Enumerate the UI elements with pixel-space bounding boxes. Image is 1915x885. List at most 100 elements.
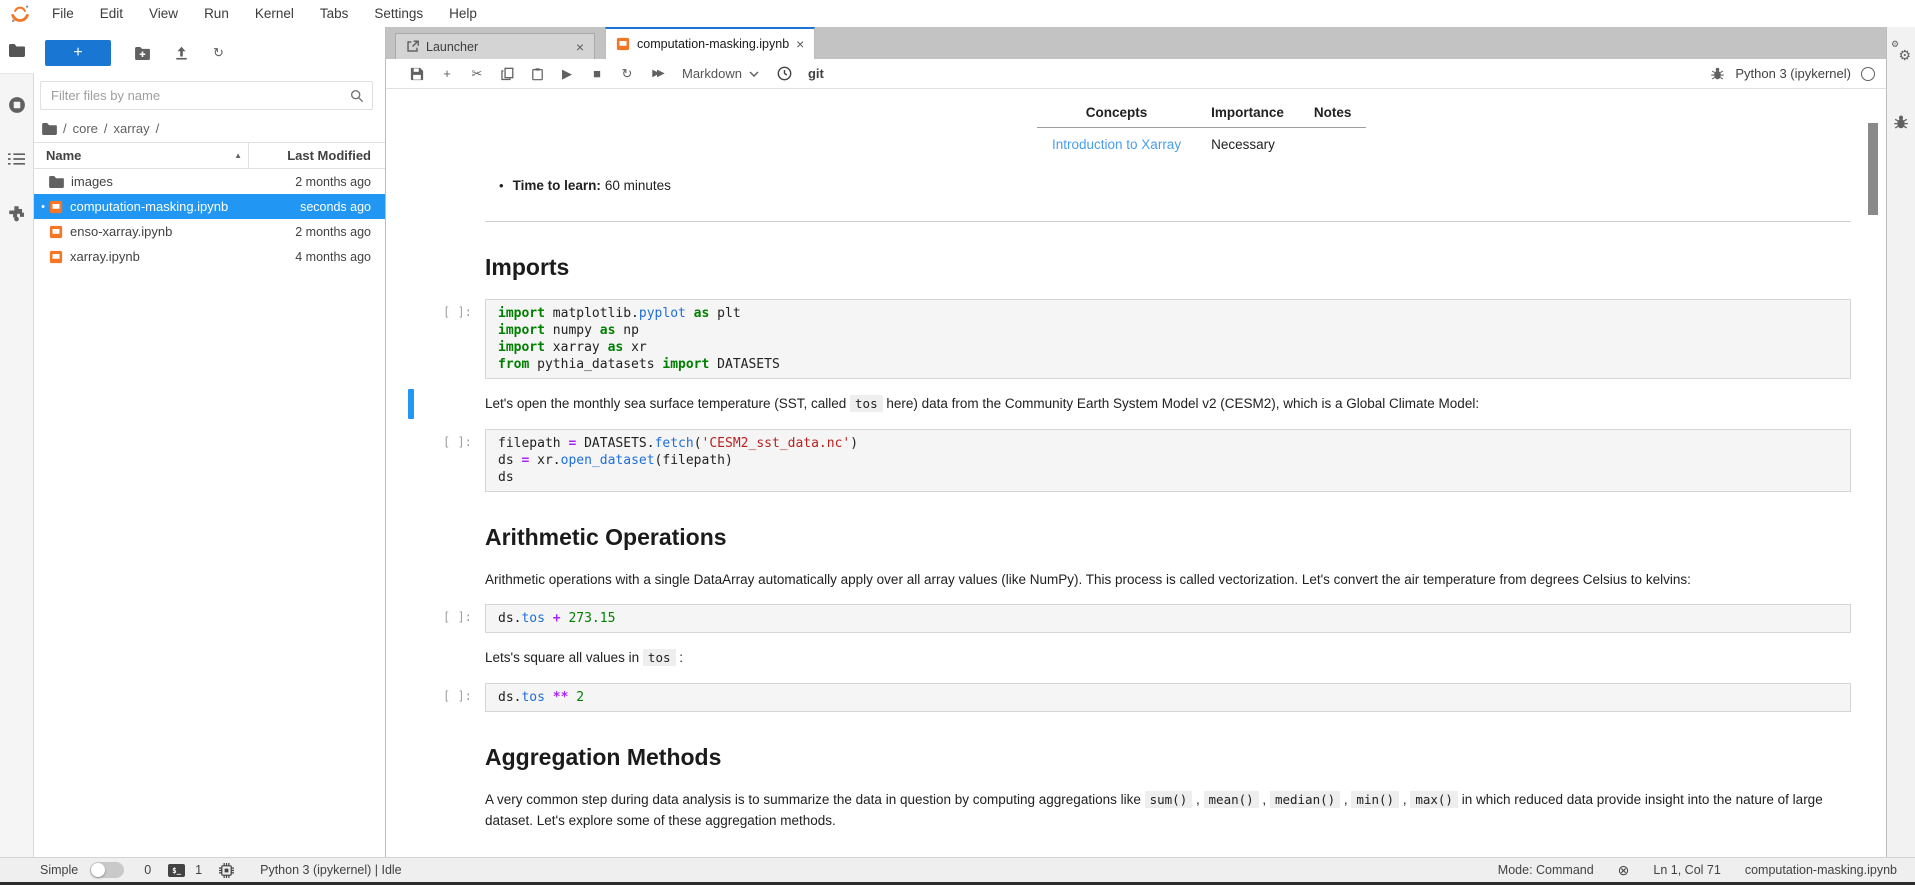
save-icon[interactable]	[402, 67, 432, 81]
concept-link[interactable]: Introduction to Xarray	[1052, 137, 1181, 152]
sidebar-tab-running[interactable]	[0, 82, 33, 128]
folder-icon	[9, 44, 25, 57]
file-list: images2 months ago•computation-masking.i…	[34, 169, 385, 269]
file-modified: 2 months ago	[238, 225, 385, 239]
code-editor[interactable]: ds.tos ** 2	[485, 683, 1851, 712]
cell-type-value: Markdown	[682, 66, 742, 81]
notebook-scrollbar[interactable]	[1868, 123, 1878, 215]
new-launcher-button[interactable]: +	[45, 40, 111, 66]
breadcrumb-separator: /	[104, 121, 108, 136]
file-modified: 2 months ago	[238, 175, 385, 189]
menu-view[interactable]: View	[136, 0, 191, 27]
file-row[interactable]: •computation-masking.ipynbseconds ago	[34, 194, 385, 219]
execution-time-icon[interactable]	[777, 66, 792, 81]
cell-prompt: [ ]:	[443, 435, 472, 449]
cell-prompt: [ ]:	[443, 610, 472, 624]
kernel-name-label[interactable]: Python 3 (ipykernel)	[1735, 66, 1851, 81]
refresh-icon[interactable]: ↻	[213, 45, 224, 61]
tab-label: computation-masking.ipynb	[637, 37, 789, 51]
markdown-table: ConceptsImportanceNotes Introduction to X…	[1037, 101, 1851, 152]
file-name: xarray.ipynb	[70, 249, 238, 264]
new-folder-icon[interactable]	[135, 47, 150, 60]
sidebar-tab-toc[interactable]	[0, 136, 33, 182]
menu-settings[interactable]: Settings	[361, 0, 436, 27]
stop-kernel-icon[interactable]: ■	[582, 66, 612, 81]
terminals-count[interactable]: 0	[144, 863, 151, 877]
menu-tabs[interactable]: Tabs	[307, 0, 362, 27]
cursor-position-label[interactable]: Ln 1, Col 71	[1653, 863, 1720, 877]
markdown-text: Arithmetic operations with a single Data…	[485, 569, 1851, 591]
kernel-status-label[interactable]: Python 3 (ipykernel) | Idle	[260, 863, 402, 877]
chevron-down-icon	[749, 71, 759, 77]
markdown-cell[interactable]: Lets's square all values in tos :	[485, 647, 1851, 669]
table-header-cell: Notes	[1299, 101, 1367, 128]
markdown-cell[interactable]: Arithmetic operations with a single Data…	[485, 569, 1851, 591]
menu-edit[interactable]: Edit	[87, 0, 136, 27]
column-name-label: Name	[46, 148, 81, 163]
notebook-icon	[616, 37, 630, 51]
column-modified-label[interactable]: Last Modified	[248, 143, 385, 168]
close-icon[interactable]: ×	[796, 37, 804, 51]
filter-files-input[interactable]	[40, 81, 373, 110]
file-row[interactable]: images2 months ago	[34, 169, 385, 194]
close-icon[interactable]: ×	[576, 40, 584, 54]
table-header-cell: Concepts	[1037, 101, 1196, 128]
menu-run[interactable]: Run	[191, 0, 242, 27]
file-name: enso-xarray.ipynb	[70, 224, 238, 239]
file-list-header[interactable]: Name ▲ Last Modified	[34, 142, 385, 169]
notebook-panel: ConceptsImportanceNotes Introduction to X…	[386, 89, 1887, 858]
git-toolbar-label[interactable]: git	[808, 66, 824, 81]
code-cell[interactable]: [ ]:ds.tos + 273.15	[485, 604, 1851, 633]
command-mode-label[interactable]: Mode: Command	[1498, 863, 1594, 877]
markdown-text: Let's open the monthly sea surface tempe…	[485, 393, 1851, 415]
breadcrumb-segment-xarray[interactable]: xarray	[114, 121, 150, 136]
cell-prompt: [ ]:	[443, 305, 472, 319]
kernel-chip-icon	[219, 863, 234, 878]
sidebar-tab-file-browser[interactable]	[0, 27, 34, 74]
menu-help[interactable]: Help	[436, 0, 490, 27]
cut-cells-icon[interactable]: ✂	[462, 66, 492, 82]
code-cell[interactable]: [ ]:import matplotlib.pyplot as pltimpor…	[485, 299, 1851, 379]
table-header-cell: Importance	[1196, 101, 1299, 128]
bullet-item: •Time to learn: 60 minutes	[499, 178, 1851, 193]
code-editor[interactable]: ds.tos + 273.15	[485, 604, 1851, 633]
kernel-status-icon	[1861, 67, 1875, 81]
code-editor[interactable]: import matplotlib.pyplot as pltimport nu…	[485, 299, 1851, 379]
menu-file[interactable]: File	[39, 0, 87, 27]
run-cell-icon[interactable]: ▶	[552, 66, 582, 82]
main-dock: Launcher×computation-masking.ipynb× + ✂ …	[386, 27, 1887, 858]
search-icon	[350, 89, 364, 103]
file-modified: seconds ago	[238, 200, 385, 214]
tab-launcher[interactable]: Launcher×	[395, 33, 595, 59]
table-of-contents-icon	[8, 152, 25, 166]
paste-cells-icon[interactable]	[522, 67, 552, 81]
extension-manager-icon	[8, 205, 25, 222]
sidebar-tab-extensions[interactable]	[0, 190, 33, 236]
markdown-cell[interactable]: Let's open the monthly sea surface tempe…	[485, 393, 1851, 415]
running-sessions-icon	[8, 96, 26, 114]
markdown-cell[interactable]: A very common step during data analysis …	[485, 789, 1851, 832]
menu-kernel[interactable]: Kernel	[242, 0, 307, 27]
sidebar-tab-debugger[interactable]	[1887, 105, 1915, 139]
code-cell[interactable]: [ ]:ds.tos ** 2	[485, 683, 1851, 712]
restart-kernel-icon[interactable]: ↻	[612, 66, 642, 82]
restart-run-all-icon[interactable]: ▶▶	[642, 68, 672, 79]
debugger-icon[interactable]	[1710, 66, 1725, 81]
add-cell-icon[interactable]: +	[432, 66, 462, 81]
copy-cells-icon[interactable]	[492, 67, 522, 81]
breadcrumb-segment-core[interactable]: core	[73, 121, 98, 136]
simple-mode-toggle[interactable]	[90, 862, 124, 878]
file-row[interactable]: enso-xarray.ipynb2 months ago	[34, 219, 385, 244]
folder-icon	[49, 176, 64, 188]
sidebar-tab-property-inspector[interactable]: ⚙⚙	[1887, 35, 1915, 69]
tab-computation-masking-ipynb[interactable]: computation-masking.ipynb ×	[605, 27, 815, 59]
code-editor[interactable]: filepath = DATASETS.fetch('CESM2_sst_dat…	[485, 429, 1851, 492]
notebook-icon	[49, 200, 63, 214]
kernels-count[interactable]: 1	[195, 863, 202, 877]
code-cell[interactable]: [ ]:filepath = DATASETS.fetch('CESM2_sst…	[485, 429, 1851, 492]
upload-icon[interactable]	[174, 46, 189, 60]
cell-type-dropdown[interactable]: Markdown	[682, 66, 759, 81]
table-cell: Necessary	[1196, 128, 1299, 153]
bullet-text: 60 minutes	[605, 178, 671, 193]
file-row[interactable]: xarray.ipynb4 months ago	[34, 244, 385, 269]
